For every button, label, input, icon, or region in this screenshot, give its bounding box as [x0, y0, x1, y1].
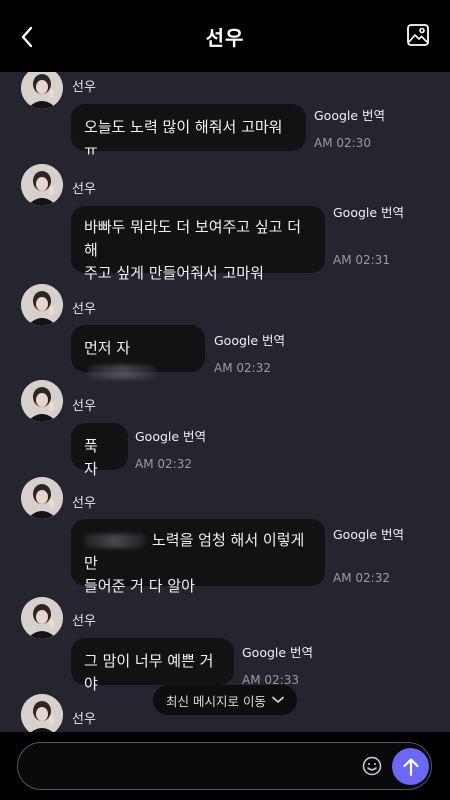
message-meta: Google 번역 AM 02:32	[214, 330, 285, 375]
profile-photo	[21, 284, 63, 326]
message-bubble[interactable]: 바빠두 뭐라도 더 보여주고 싶고 더 해 주고 싶게 만들어줘서 고마워	[71, 206, 325, 282]
google-translate-link[interactable]: Google 번역	[333, 524, 404, 543]
message-meta: Google 번역 AM 02:32	[333, 524, 404, 585]
avatar[interactable]	[21, 284, 63, 326]
message-text-line: 주고 싶게 만들어줘서 고마워	[84, 264, 264, 282]
message-time: AM 02:32	[214, 361, 271, 375]
sender-name: 선우	[72, 302, 96, 317]
avatar[interactable]	[21, 694, 63, 732]
message-bubble[interactable]: 노력을 엄청 해서 이렇게 만 들어준 거 다 알아	[71, 519, 325, 595]
message-list[interactable]: 선우 오늘도 노력 많이 해줘서 고마워 ㅠ Google 번역 AM 02:3…	[0, 72, 450, 732]
message-time: AM 02:32	[135, 457, 192, 471]
message-meta: Google 번역 AM 02:31	[333, 202, 404, 267]
redacted-text	[88, 364, 156, 379]
avatar[interactable]	[21, 164, 63, 206]
message-time: AM 02:30	[314, 136, 371, 150]
avatar[interactable]	[21, 380, 63, 422]
google-translate-link[interactable]: Google 번역	[214, 330, 285, 349]
send-button[interactable]	[392, 748, 429, 785]
message-meta: Google 번역 AM 02:33	[242, 642, 313, 687]
redacted-text	[84, 533, 146, 548]
page-title: 선우	[205, 25, 245, 50]
message-time: AM 02:31	[333, 253, 390, 267]
avatar[interactable]	[21, 477, 63, 519]
profile-photo	[21, 380, 63, 422]
profile-photo	[21, 477, 63, 519]
back-button[interactable]	[14, 22, 40, 52]
google-translate-link[interactable]: Google 번역	[314, 105, 385, 124]
image-icon	[407, 24, 429, 46]
message-meta: Google 번역 AM 02:30	[314, 105, 385, 150]
message-time: AM 02:32	[333, 571, 390, 585]
message-text: 오늘도 노력 많이 해줘서 고마워 ㅠ	[84, 118, 283, 159]
profile-photo	[21, 597, 63, 639]
jump-to-latest-button[interactable]: 최신 메시지로 이동	[153, 685, 297, 715]
sender-name: 선우	[72, 80, 96, 95]
message-composer	[0, 732, 450, 800]
chevron-left-icon	[21, 26, 33, 48]
sender-name: 선우	[72, 712, 96, 727]
message-bubble[interactable]: 푹 자	[71, 423, 128, 478]
smiley-icon	[362, 756, 382, 776]
google-translate-link[interactable]: Google 번역	[242, 642, 313, 661]
google-translate-link[interactable]: Google 번역	[135, 426, 206, 445]
emoji-button[interactable]	[362, 756, 382, 776]
message-meta: Google 번역 AM 02:32	[135, 426, 206, 471]
chevron-down-icon	[272, 696, 284, 703]
avatar[interactable]	[21, 72, 63, 109]
sender-name: 선우	[72, 399, 96, 414]
avatar[interactable]	[21, 597, 63, 639]
message-bubble[interactable]: 오늘도 노력 많이 해줘서 고마워 ㅠ	[71, 104, 306, 159]
google-translate-link[interactable]: Google 번역	[333, 202, 404, 221]
sender-name: 선우	[72, 496, 96, 511]
message-text-line: 바빠두 뭐라도 더 보여주고 싶고 더 해	[84, 218, 302, 259]
chat-header: 선우	[0, 0, 450, 72]
message-bubble[interactable]: 그 맘이 너무 예쁜 거야	[71, 638, 234, 693]
sender-name: 선우	[72, 182, 96, 197]
sender-name: 선우	[72, 614, 96, 629]
arrow-up-icon	[402, 757, 419, 776]
message-bubble[interactable]: 먼저 자	[71, 325, 205, 379]
message-text-line: 들어준 거 다 알아	[84, 577, 195, 595]
jump-to-latest-label: 최신 메시지로 이동	[166, 693, 266, 709]
message-text: 먼저 자	[84, 339, 131, 357]
profile-photo	[21, 694, 63, 732]
gallery-button[interactable]	[406, 23, 432, 49]
message-text: 푹 자	[84, 437, 98, 478]
profile-photo	[21, 164, 63, 206]
profile-photo	[21, 72, 63, 109]
